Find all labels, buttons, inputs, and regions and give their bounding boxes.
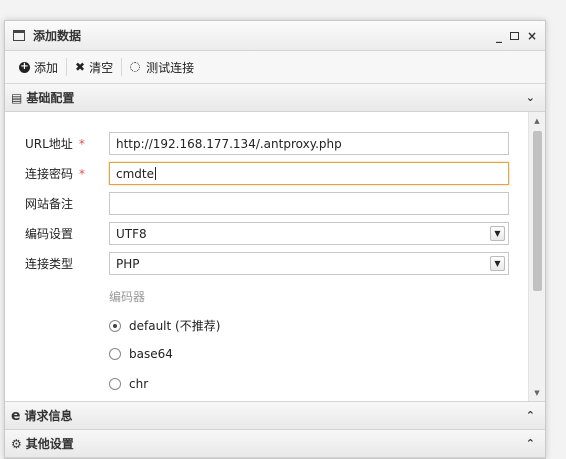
scroll-thumb[interactable] [533, 131, 542, 291]
scrollbar[interactable]: ▲ ▼ [528, 112, 545, 401]
section-request-title: 请求信息 [24, 409, 73, 423]
scroll-up-icon[interactable]: ▲ [529, 112, 545, 129]
titlebar: 添加数据 _ × [5, 21, 545, 51]
maximize-button[interactable] [509, 31, 519, 40]
encoder-option-chr[interactable]: chr [109, 377, 148, 391]
radio-icon [109, 348, 121, 360]
note-label: 网站备注 [25, 197, 74, 211]
note-input[interactable] [109, 192, 509, 215]
encoding-select[interactable]: UTF8 ▼ [109, 222, 509, 245]
chevron-up-icon: ⌃ [525, 437, 535, 450]
section-basic-title: 基础配置 [26, 91, 75, 105]
spinner-icon [130, 62, 141, 72]
gears-icon: ⚙ [11, 436, 22, 451]
text-cursor [155, 167, 156, 180]
add-button[interactable]: + 添加 [11, 56, 66, 78]
add-button-label: 添加 [34, 60, 59, 75]
basic-config-panel: URL地址 * http://192.168.177.134/.antproxy.… [5, 112, 545, 402]
add-circle-icon: + [19, 61, 30, 73]
chevron-down-icon: ⌄ [525, 91, 535, 104]
chevron-down-icon[interactable]: ▼ [490, 226, 505, 241]
url-input[interactable]: http://192.168.177.134/.antproxy.php [109, 132, 509, 155]
scroll-down-icon[interactable]: ▼ [529, 384, 545, 401]
toolbar: + 添加 ✖ 清空 测试连接 [5, 51, 545, 84]
encoder-option-base64[interactable]: base64 [109, 347, 173, 361]
password-input[interactable]: cmdte [109, 162, 509, 185]
type-row: 连接类型 [25, 252, 109, 275]
encoding-value: UTF8 [116, 226, 147, 241]
password-row: 连接密码 * [25, 162, 109, 185]
radio-selected-icon [109, 319, 121, 332]
ie-icon: e [11, 407, 21, 424]
section-basic-header[interactable]: ▤ 基础配置 ⌄ [5, 84, 545, 112]
section-other-header[interactable]: ⚙ 其他设置 ⌃ [5, 430, 545, 458]
section-other-title: 其他设置 [25, 437, 74, 451]
encoding-row: 编码设置 [25, 222, 109, 245]
window-controls: _ × [496, 29, 537, 43]
note-row: 网站备注 [25, 192, 109, 215]
encoder-label: 编码器 [109, 290, 146, 304]
add-data-window: 添加数据 _ × + 添加 ✖ 清空 测试连接 ▤ 基础配置 ⌄ URL地址 * … [4, 20, 546, 459]
type-value: PHP [116, 256, 140, 271]
type-select[interactable]: PHP ▼ [109, 252, 509, 275]
password-label: 连接密码 * [25, 167, 86, 181]
window-icon [13, 30, 25, 41]
clear-button-label: 清空 [89, 60, 114, 75]
chevron-down-icon[interactable]: ▼ [490, 256, 505, 271]
encoder-option-label: default (不推荐) [129, 319, 221, 333]
clear-icon: ✖ [75, 60, 86, 74]
document-icon: ▤ [11, 90, 23, 105]
minimize-button[interactable]: _ [496, 29, 502, 43]
test-connection-button[interactable]: 测试连接 [122, 56, 202, 78]
encoder-option-label: chr [129, 377, 149, 391]
test-connection-label: 测试连接 [146, 60, 195, 75]
encoder-option-label: base64 [129, 347, 173, 361]
clear-button[interactable]: ✖ 清空 [67, 56, 121, 78]
radio-icon [109, 378, 121, 390]
section-request-header[interactable]: e 请求信息 ⌃ [5, 402, 545, 430]
chevron-up-icon: ⌃ [525, 409, 535, 422]
close-button[interactable]: × [527, 29, 537, 43]
url-label: URL地址 * [25, 137, 85, 151]
window-title: 添加数据 [33, 29, 82, 43]
encoding-label: 编码设置 [25, 227, 74, 241]
url-row: URL地址 * [25, 132, 109, 155]
encoder-option-default[interactable]: default (不推荐) [109, 317, 220, 334]
type-label: 连接类型 [25, 257, 74, 271]
